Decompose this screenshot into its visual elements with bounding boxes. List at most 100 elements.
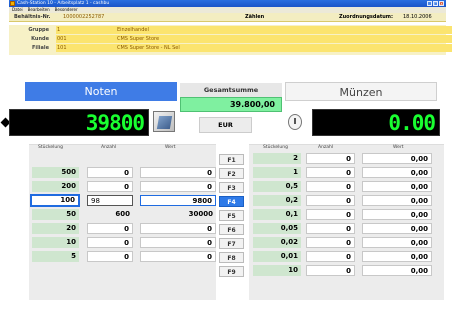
coin-count-input[interactable]: 0	[306, 209, 355, 220]
coin-value: 0,00	[362, 153, 432, 164]
coin-denom: 2	[253, 153, 301, 164]
coin-denom: 0,2	[253, 195, 301, 206]
assignment-date-label: Zuordnungsdatum:	[339, 14, 394, 20]
total-label: Gesamtsumme	[180, 83, 282, 97]
group-label: Gruppe	[28, 27, 49, 33]
f1-button[interactable]: F1	[219, 154, 244, 165]
note-count-input[interactable]: 0	[87, 167, 133, 178]
customer-info: Gruppe 1 Einzelhandel Kunde 001 CMS Supe…	[9, 25, 452, 55]
coin-value: 0,00	[362, 223, 432, 234]
total-value: 39.800,00	[180, 97, 282, 112]
note-value: 0	[140, 167, 216, 178]
coin-denom: 0,02	[253, 237, 301, 248]
info-row-group: Gruppe 1 Einzelhandel	[9, 26, 452, 34]
f9-button[interactable]: F9	[219, 266, 244, 277]
note-value: 0	[140, 237, 216, 248]
note-count-input[interactable]: 0	[87, 237, 133, 248]
f5-button[interactable]: F5	[219, 210, 244, 221]
f6-button[interactable]: F6	[219, 224, 244, 235]
note-value: 0	[140, 181, 216, 192]
coin-denom: 0,5	[253, 181, 301, 192]
notes-led-display: 39800	[9, 109, 149, 136]
note-count-input[interactable]: 600	[87, 209, 133, 220]
note-denom: 500	[32, 167, 79, 178]
currency-field[interactable]: EUR	[199, 117, 252, 133]
info-row-branch: Filiale 101 CMS Super Store - NL Sel	[9, 44, 452, 52]
note-value: 0	[140, 251, 216, 262]
group-desc: Einzelhandel	[114, 26, 452, 34]
coin-value: 0,00	[362, 181, 432, 192]
coin-count-input[interactable]: 0	[306, 181, 355, 192]
assignment-date-value: 18.10.2006	[403, 14, 432, 20]
coin-denom: 0,1	[253, 209, 301, 220]
note-denom: 5	[32, 251, 79, 262]
container-number-value: 1000002252787	[63, 14, 105, 20]
f3-button[interactable]: F3	[219, 182, 244, 193]
cash-drawer-icon[interactable]	[153, 111, 175, 132]
note-count-input-active[interactable]: 98	[87, 195, 133, 206]
app-icon	[10, 1, 15, 6]
coins-led-value: 0.00	[388, 110, 436, 135]
coin-value: 0,00	[362, 195, 432, 206]
coin-value: 0,00	[362, 265, 432, 276]
mode-label: Zählen	[245, 14, 265, 20]
coins-header-count: Anzahl	[318, 145, 334, 150]
customer-code: 001	[56, 35, 114, 43]
coin-denom: 0,01	[253, 251, 301, 262]
branch-code: 101	[56, 44, 114, 52]
app-window: { "titlebar": {"title": "Cash-Station 10…	[0, 0, 452, 309]
coin-denom: 1	[253, 167, 301, 178]
note-value: 9800	[140, 195, 216, 206]
f2-button[interactable]: F2	[219, 168, 244, 179]
note-value: 0	[140, 223, 216, 234]
coin-value: 0,00	[362, 251, 432, 262]
coin-count-input[interactable]: 0	[306, 195, 355, 206]
info-bar: Behältnis-Nr. 1000002252787 Zählen Zuord…	[9, 13, 446, 22]
coins-header-denom: Stückelung	[263, 145, 288, 150]
note-count-input[interactable]: 0	[87, 181, 133, 192]
coin-count-input[interactable]: 0	[306, 167, 355, 178]
minimize-button[interactable]: _	[427, 1, 432, 6]
f8-button[interactable]: F8	[219, 252, 244, 263]
coin-value: 0,00	[362, 209, 432, 220]
f4-button[interactable]: F4	[219, 196, 244, 207]
container-number-label: Behältnis-Nr.	[14, 14, 51, 20]
group-code: 1	[56, 26, 114, 34]
window-title: Cash-Station 10 - Arbeitsplatz 1 - cashb…	[17, 1, 110, 6]
coin-value: 0,00	[362, 237, 432, 248]
maximize-button[interactable]: □	[433, 1, 438, 6]
customer-desc: CMS Super Store	[114, 35, 452, 43]
note-count-input[interactable]: 0	[87, 223, 133, 234]
branch-label: Filiale	[31, 45, 49, 51]
coins-led-display: 0.00	[312, 109, 440, 136]
clock-icon[interactable]	[288, 114, 302, 130]
info-row-customer: Kunde 001 CMS Super Store	[9, 35, 452, 43]
coin-count-input[interactable]: 0	[306, 251, 355, 262]
coin-denom: 10	[253, 265, 301, 276]
f7-button[interactable]: F7	[219, 238, 244, 249]
coin-value: 0,00	[362, 167, 432, 178]
window-controls: _ □ x	[427, 1, 444, 6]
coin-count-input[interactable]: 0	[306, 153, 355, 164]
note-denom: 10	[32, 237, 79, 248]
coin-count-input[interactable]: 0	[306, 237, 355, 248]
title-bar: Cash-Station 10 - Arbeitsplatz 1 - cashb…	[9, 0, 446, 7]
coins-header-value: Wert	[393, 145, 404, 150]
customer-label: Kunde	[31, 36, 49, 42]
coins-banner: Münzen	[285, 82, 437, 101]
coin-denom: 0,05	[253, 223, 301, 234]
note-value: 30000	[188, 210, 213, 218]
notes-banner: Noten	[25, 82, 177, 101]
notes-header-count: Anzahl	[101, 145, 117, 150]
note-denom: 50	[32, 209, 79, 220]
coin-count-input[interactable]: 0	[306, 265, 355, 276]
note-denom-selected: 100	[30, 194, 80, 207]
close-button[interactable]: x	[439, 1, 444, 6]
note-count-input[interactable]: 0	[87, 251, 133, 262]
coin-count-input[interactable]: 0	[306, 223, 355, 234]
note-denom: 200	[32, 181, 79, 192]
notes-led-value: 39800	[85, 110, 145, 135]
branch-desc: CMS Super Store - NL Sel	[114, 44, 452, 52]
note-denom: 20	[32, 223, 79, 234]
notes-header-value: Wert	[165, 145, 176, 150]
